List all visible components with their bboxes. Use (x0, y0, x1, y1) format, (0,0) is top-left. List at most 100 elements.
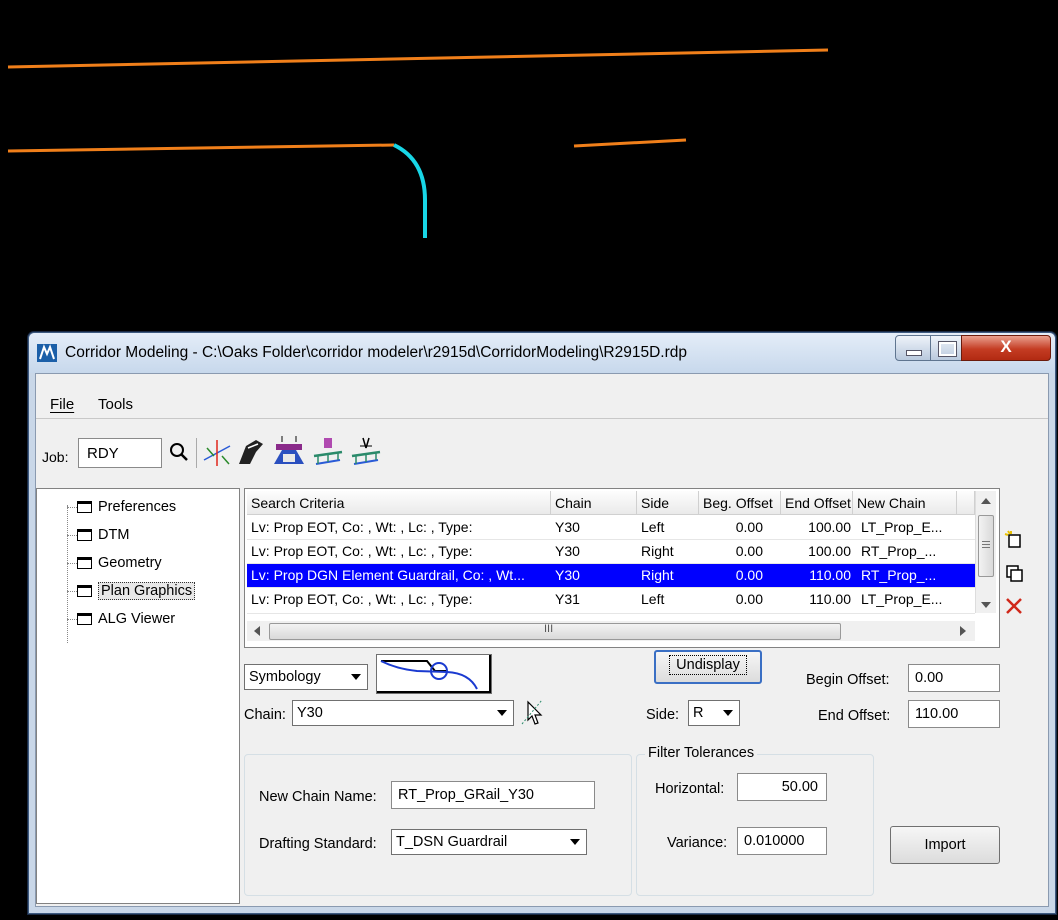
table-row-selected[interactable]: Lv: Prop DGN Element Guardrail, Co: , Wt… (247, 564, 975, 588)
column-header-search-criteria[interactable]: Search Criteria (247, 491, 551, 515)
scroll-down-icon[interactable] (981, 601, 991, 609)
chain-select[interactable]: Y30 (292, 700, 514, 726)
vertical-scroll-thumb[interactable] (978, 515, 994, 577)
table-row[interactable]: Lv: Prop EOT, Co: , Wt: , Lc: , Type: Y3… (247, 516, 975, 540)
cell-side: Right (641, 567, 674, 583)
tree-connector (67, 563, 77, 564)
table-row[interactable]: Lv: Prop EOT, Co: , Wt: , Lc: , Type: Y3… (247, 540, 975, 564)
minimize-icon (906, 350, 922, 356)
cell-new-chain: RT_Prop_... (861, 543, 937, 559)
pick-element-icon[interactable] (520, 698, 544, 726)
tree-item-dtm[interactable]: DTM (77, 527, 129, 547)
column-header-new-chain[interactable]: New Chain (853, 491, 957, 515)
new-chain-name-field[interactable]: RT_Prop_GRail_Y30 (391, 781, 595, 809)
tree-item-plan-graphics[interactable]: Plan Graphics (77, 582, 196, 603)
cell-end-offset: 110.00 (809, 567, 851, 583)
side-value: R (693, 705, 704, 721)
tree-item-geometry[interactable]: Geometry (77, 555, 162, 575)
search-criteria-grid: Search Criteria Chain Side Beg. Offset E… (244, 488, 1000, 648)
chain-value: Y30 (297, 705, 323, 721)
delete-icon[interactable] (1004, 596, 1024, 616)
close-button[interactable]: X (961, 335, 1051, 361)
tree-item-label: Preferences (98, 499, 177, 515)
transition-icon[interactable] (350, 434, 382, 468)
add-icon[interactable] (1004, 530, 1024, 550)
tree-item-alg-viewer[interactable]: ALG Viewer (77, 611, 175, 631)
filter-tolerances-title: Filter Tolerances (645, 745, 758, 761)
cell-search-criteria: Lv: Prop EOT, Co: , Wt: , Lc: , Type: (251, 543, 473, 559)
variance-field[interactable]: 0.010000 (737, 827, 827, 855)
menu-file[interactable]: File (50, 396, 74, 413)
drafting-standard-select[interactable]: T_DSN Guardrail (391, 829, 587, 855)
toolbar-separator (196, 438, 197, 468)
window-icon (77, 557, 92, 569)
undisplay-button[interactable]: Undisplay (654, 650, 762, 684)
cell-beg-offset: 0.00 (735, 591, 763, 607)
search-icon[interactable] (168, 441, 190, 463)
orange-line-short (573, 138, 687, 148)
filter-tolerances-group: Filter Tolerances Horizontal: 50.00 Vari… (636, 745, 874, 896)
scroll-left-icon[interactable] (253, 626, 261, 636)
side-select[interactable]: R (688, 700, 740, 726)
drafting-standard-label: Drafting Standard: (259, 836, 377, 852)
tree-connector (67, 591, 77, 592)
title-bar[interactable]: Corridor Modeling - C:\Oaks Folder\corri… (29, 333, 1055, 373)
cell-beg-offset: 0.00 (735, 567, 763, 583)
column-header-chain[interactable]: Chain (551, 491, 637, 515)
cell-side: Right (641, 543, 674, 559)
grip-line (982, 547, 990, 548)
grip-marker: III (544, 623, 554, 635)
tree-connector (67, 535, 77, 536)
horizontal-scrollbar[interactable]: III (247, 621, 975, 641)
cell-end-offset: 100.00 (808, 543, 851, 559)
cell-new-chain: LT_Prop_E... (861, 591, 943, 607)
copy-icon[interactable] (1004, 564, 1024, 584)
job-label: Job: (42, 449, 69, 465)
import-button[interactable]: Import (890, 826, 1000, 864)
symbology-select[interactable]: Symbology (244, 664, 368, 690)
table-row[interactable]: Lv: Prop EOT, Co: , Wt: , Lc: , Type: Y3… (247, 588, 975, 614)
drafting-standard-value: T_DSN Guardrail (396, 834, 508, 850)
horizontal-field[interactable]: 50.00 (737, 773, 827, 801)
chevron-down-icon (570, 839, 580, 845)
superelevation-icon[interactable] (312, 434, 344, 468)
navigation-tree: Preferences DTM Geometry Plan Graphics A… (36, 488, 240, 904)
tree-item-label: ALG Viewer (98, 611, 176, 627)
begin-offset-field[interactable]: 0.00 (908, 664, 1000, 692)
maximize-button[interactable] (930, 335, 962, 361)
alignment-icon[interactable] (202, 438, 232, 468)
cad-drawing-canvas[interactable] (0, 0, 1058, 330)
vertical-scrollbar[interactable] (975, 491, 996, 613)
scroll-up-icon[interactable] (981, 497, 991, 505)
tree-item-label: Plan Graphics (98, 582, 196, 600)
tree-connector (67, 507, 77, 508)
menu-tools-label: Tools (98, 396, 134, 413)
close-icon: X (1000, 337, 1012, 356)
column-header-beg-offset[interactable]: Beg. Offset (699, 491, 781, 515)
cell-search-criteria: Lv: Prop EOT, Co: , Wt: , Lc: , Type: (251, 591, 473, 607)
roadway-designer-icon[interactable] (272, 434, 306, 468)
column-header-end-offset[interactable]: End Offset (781, 491, 853, 515)
cell-chain: Y30 (555, 543, 580, 559)
window-client-area: File Tools Job: RDY Preferences DTM Geom… (35, 373, 1049, 907)
window-title: Corridor Modeling - C:\Oaks Folder\corri… (65, 344, 687, 361)
end-offset-field[interactable]: 110.00 (908, 700, 1000, 728)
chevron-down-icon (497, 710, 507, 716)
cell-chain: Y30 (555, 519, 580, 535)
minimize-button[interactable] (895, 335, 931, 361)
template-icon[interactable] (236, 436, 266, 468)
column-header-side[interactable]: Side (637, 491, 699, 515)
cell-end-offset: 110.00 (809, 591, 851, 607)
menu-tools[interactable]: Tools (98, 396, 133, 413)
undisplay-label: Undisplay (669, 655, 747, 675)
horizontal-scroll-thumb[interactable]: III (269, 623, 841, 640)
window-icon (77, 585, 92, 597)
job-input[interactable]: RDY (78, 438, 162, 468)
grip-line (982, 541, 990, 542)
symbology-preview[interactable] (376, 654, 492, 694)
tree-connector (67, 505, 68, 643)
scroll-right-icon[interactable] (959, 626, 967, 636)
end-offset-label: End Offset: (818, 708, 891, 724)
corridor-modeling-window: Corridor Modeling - C:\Oaks Folder\corri… (28, 332, 1056, 914)
tree-item-preferences[interactable]: Preferences (77, 499, 176, 519)
